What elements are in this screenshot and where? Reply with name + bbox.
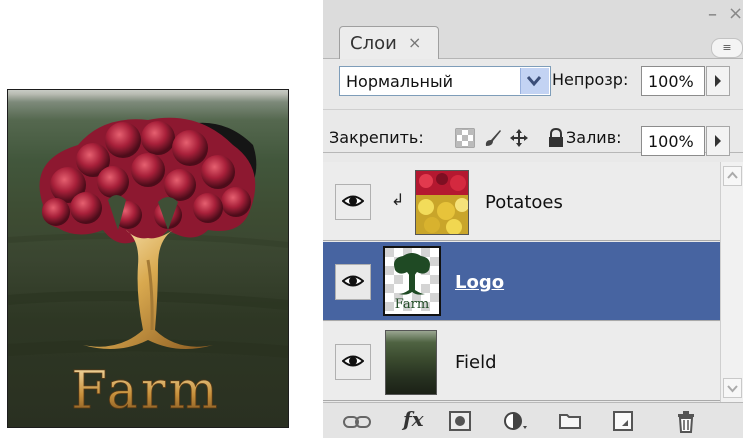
blend-mode-select[interactable]: Нормальный: [339, 66, 551, 96]
fill-input[interactable]: 100%: [641, 126, 705, 156]
opacity-value: 100%: [648, 72, 694, 91]
new-layer-icon[interactable]: [613, 411, 633, 431]
fx-icon[interactable]: fx: [403, 407, 424, 431]
layer-row-potatoes[interactable]: ↲ Potatoes: [323, 162, 720, 241]
eye-icon: [342, 275, 364, 287]
opacity-slider-button[interactable]: [706, 66, 730, 96]
layer-thumbnail-field: [385, 330, 437, 395]
lock-transparency-icon[interactable]: [455, 128, 475, 148]
layers-list: ↲ Potatoes Farm Logo Field: [323, 162, 720, 402]
link-layers-icon[interactable]: [343, 415, 371, 429]
minimize-icon[interactable]: –: [708, 4, 717, 25]
lock-all-icon[interactable]: [547, 128, 565, 148]
tab-layers-label: Слои: [350, 33, 397, 54]
layer-visibility-toggle[interactable]: [335, 264, 371, 300]
layer-row-logo[interactable]: Farm Logo: [323, 242, 720, 321]
fill-label: Залив:: [566, 128, 622, 147]
layer-name-field[interactable]: Field: [455, 352, 497, 373]
opacity-label: Непрозр:: [552, 70, 629, 89]
scroll-down-button[interactable]: [723, 378, 742, 398]
scroll-up-button[interactable]: [723, 166, 742, 186]
delete-layer-icon[interactable]: [677, 411, 695, 433]
layers-panel: Слои × – × ≡ Нормальный Непрозр: 100% За…: [323, 0, 743, 438]
chevron-down-icon: [727, 385, 738, 393]
layers-bottom-toolbar: fx: [323, 402, 743, 438]
opacity-input[interactable]: 100%: [641, 66, 705, 96]
logo-thumbnail-text: Farm: [395, 297, 429, 312]
layer-row-field[interactable]: Field: [323, 322, 720, 401]
farm-logo-artwork: Farm: [8, 117, 288, 421]
triangle-right-icon: [715, 135, 721, 147]
layers-scrollbar[interactable]: [720, 162, 743, 402]
fill-slider-button[interactable]: [706, 126, 730, 156]
clipping-mask-icon: ↲: [391, 190, 405, 209]
tree-canopy: [39, 117, 256, 244]
blend-mode-dropdown-button[interactable]: [520, 68, 549, 94]
panel-tab-bar: Слои × – × ≡: [323, 0, 743, 59]
layer-thumbnail-logo: Farm: [383, 246, 441, 316]
layer-name-potatoes[interactable]: Potatoes: [485, 192, 563, 213]
new-group-icon[interactable]: [559, 411, 581, 429]
panel-menu-glyph: ≡: [722, 41, 732, 54]
tab-layers[interactable]: Слои ×: [339, 26, 439, 59]
potatoes-thumbnail-image: [416, 171, 468, 234]
layer-thumbnail-potatoes: [415, 170, 469, 235]
lock-label: Закрепить:: [329, 128, 424, 147]
tab-close-icon[interactable]: ×: [408, 33, 421, 52]
tree-trunk: [83, 230, 213, 349]
add-mask-icon[interactable]: [449, 411, 471, 431]
chevron-up-icon: [727, 171, 738, 179]
layer-name-logo[interactable]: Logo: [455, 272, 504, 293]
blend-mode-value: Нормальный: [346, 72, 453, 91]
triangle-right-icon: [715, 75, 721, 87]
lock-pixels-brush-icon[interactable]: [483, 128, 503, 148]
eye-icon: [342, 355, 364, 367]
fill-value: 100%: [648, 132, 694, 151]
canvas-preview: Farm: [7, 89, 289, 428]
chevron-down-icon: [527, 76, 541, 87]
lock-position-move-icon[interactable]: [509, 128, 529, 148]
logo-thumbnail-image: Farm: [385, 248, 439, 314]
close-icon[interactable]: ×: [728, 3, 743, 24]
layer-visibility-toggle[interactable]: [335, 184, 371, 220]
adjustment-layer-icon[interactable]: [503, 411, 529, 431]
layer-visibility-toggle[interactable]: [335, 344, 371, 380]
eye-icon: [342, 195, 364, 207]
farm-logo-text: Farm: [71, 361, 221, 421]
panel-menu-icon[interactable]: ≡: [711, 38, 743, 58]
